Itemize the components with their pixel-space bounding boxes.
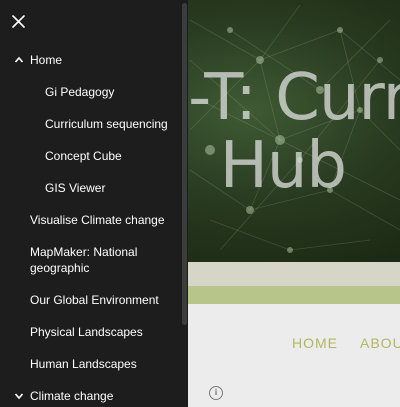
menu-item-gi-pedagogy[interactable]: Gi Pedagogy — [0, 76, 182, 108]
menu-item-label-line1: MapMaker: National — [30, 245, 138, 259]
hero-title-line1: -T: Curr — [188, 61, 400, 135]
menu-item-label: Our Global Environment — [30, 293, 159, 307]
menu-item-mapmaker[interactable]: MapMaker: National geographic — [0, 236, 182, 284]
hero-title: -T: Curr Hub — [168, 66, 400, 198]
nav-about-link[interactable]: ABOU — [360, 335, 400, 351]
chevron-down-icon — [14, 393, 24, 400]
menu-item-gis-viewer[interactable]: GIS Viewer — [0, 172, 182, 204]
chevron-up-icon — [14, 56, 24, 63]
menu-item-label: Curriculum sequencing — [45, 117, 168, 131]
menu-item-label: Gi Pedagogy — [45, 85, 115, 99]
navigation-drawer: Home Gi Pedagogy Curriculum sequencing C… — [0, 0, 188, 407]
info-icon[interactable]: i — [209, 386, 223, 400]
menu-item-our-global-environment[interactable]: Our Global Environment — [0, 284, 182, 316]
menu-item-physical-landscapes[interactable]: Physical Landscapes — [0, 316, 182, 348]
menu-item-label-line2: geographic — [30, 261, 90, 275]
menu-item-label: Visualise Climate change — [30, 213, 165, 227]
drawer-scrollbar[interactable] — [182, 3, 187, 325]
menu-item-human-landscapes[interactable]: Human Landscapes — [0, 348, 182, 380]
menu-item-visualise-climate-change[interactable]: Visualise Climate change — [0, 204, 182, 236]
menu-item-label: Physical Landscapes — [30, 325, 143, 339]
menu-item-label: Home — [30, 53, 63, 67]
nav-home-link[interactable]: HOME — [292, 335, 338, 351]
menu-item-label: Climate change — [30, 389, 114, 403]
drawer-menu: Home Gi Pedagogy Curriculum sequencing C… — [0, 44, 182, 407]
menu-item-concept-cube[interactable]: Concept Cube — [0, 140, 182, 172]
hero-title-line2: Hub — [219, 129, 347, 203]
close-icon — [12, 15, 25, 28]
menu-item-label: MapMaker: National geographic — [30, 244, 137, 276]
close-button[interactable] — [8, 11, 30, 33]
menu-item-home[interactable]: Home — [0, 44, 182, 76]
menu-item-label: Concept Cube — [45, 149, 122, 163]
menu-item-label: Human Landscapes — [30, 357, 137, 371]
menu-item-climate-change[interactable]: Climate change — [0, 380, 182, 407]
menu-item-curriculum-sequencing[interactable]: Curriculum sequencing — [0, 108, 182, 140]
menu-item-label: GIS Viewer — [45, 181, 106, 195]
